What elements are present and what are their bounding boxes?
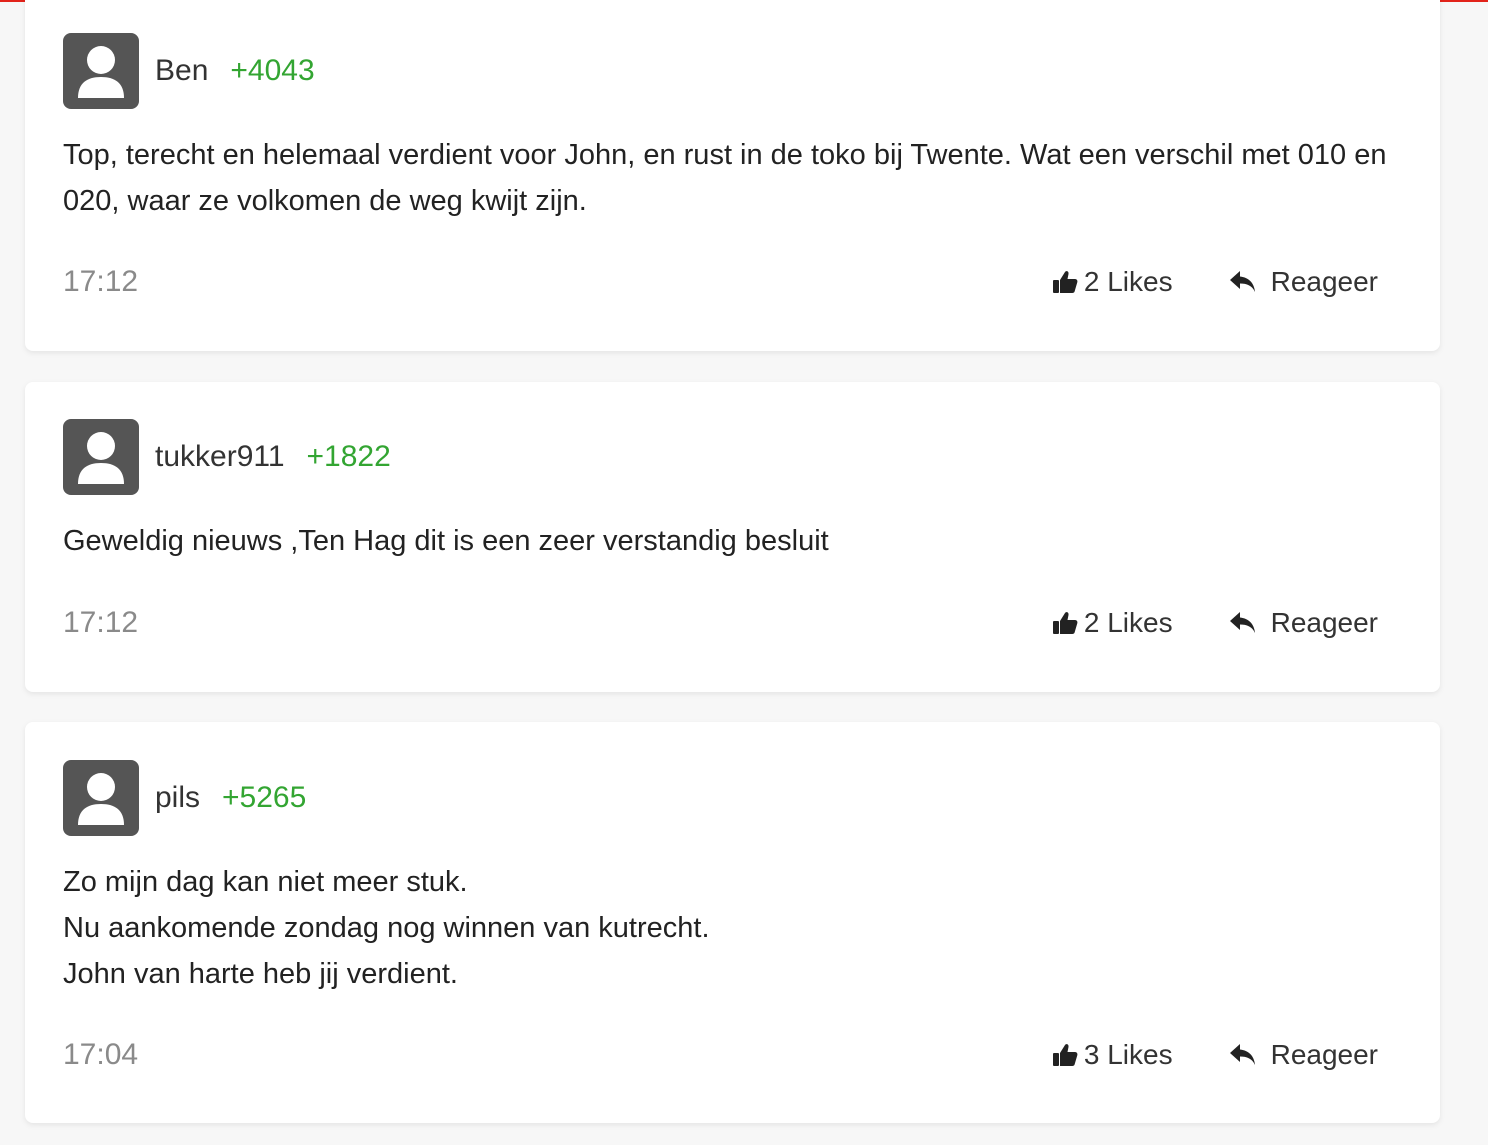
comment-footer: 17:12 2 Likes Reageer xyxy=(63,262,1378,302)
user-silhouette-icon xyxy=(78,46,124,98)
thumbs-up-icon xyxy=(1052,1044,1078,1066)
reply-label: Reageer xyxy=(1270,607,1378,638)
avatar[interactable] xyxy=(63,760,139,836)
comment-card: Ben +4043 Top, terecht en helemaal verdi… xyxy=(25,0,1440,351)
comment-timestamp: 17:04 xyxy=(63,1038,139,1071)
reply-arrow-icon xyxy=(1229,271,1255,292)
reply-button[interactable]: Reageer xyxy=(1229,607,1378,639)
user-points: +1822 xyxy=(306,440,391,473)
username[interactable]: pils xyxy=(155,781,200,815)
comment-text: Geweldig nieuws ,Ten Hag dit is een zeer… xyxy=(63,525,829,557)
user-points: +4043 xyxy=(230,54,315,87)
comment-header: Ben +4043 xyxy=(63,33,315,109)
comment-card: pils +5265 Zo mijn dag kan niet meer stu… xyxy=(25,722,1440,1123)
comment-header: tukker911 +1822 xyxy=(63,419,391,495)
comment-timestamp: 17:12 xyxy=(63,265,139,298)
comment-card: tukker911 +1822 Geweldig nieuws ,Ten Hag… xyxy=(25,382,1440,692)
reply-button[interactable]: Reageer xyxy=(1229,266,1378,298)
comment-footer: 17:12 2 Likes Reageer xyxy=(63,603,1378,643)
username[interactable]: Ben xyxy=(155,54,208,88)
like-button[interactable]: 2 Likes xyxy=(1052,266,1173,298)
avatar[interactable] xyxy=(63,419,139,495)
user-silhouette-icon xyxy=(78,773,124,825)
thumbs-up-icon xyxy=(1052,271,1078,293)
reply-label: Reageer xyxy=(1270,1039,1378,1070)
like-button[interactable]: 3 Likes xyxy=(1052,1039,1173,1071)
likes-count: 3 Likes xyxy=(1083,1039,1173,1070)
user-silhouette-icon xyxy=(78,432,124,484)
like-button[interactable]: 2 Likes xyxy=(1052,607,1173,639)
avatar[interactable] xyxy=(63,33,139,109)
comment-header: pils +5265 xyxy=(63,760,306,836)
username[interactable]: tukker911 xyxy=(155,440,285,474)
reply-label: Reageer xyxy=(1270,266,1378,297)
comment-footer: 17:04 3 Likes Reageer xyxy=(63,1035,1378,1075)
reply-button[interactable]: Reageer xyxy=(1229,1039,1378,1071)
likes-count: 2 Likes xyxy=(1083,266,1173,297)
thumbs-up-icon xyxy=(1052,612,1078,634)
user-points: +5265 xyxy=(222,781,307,814)
comment-timestamp: 17:12 xyxy=(63,606,139,639)
reply-arrow-icon xyxy=(1229,1044,1255,1065)
reply-arrow-icon xyxy=(1229,612,1255,633)
likes-count: 2 Likes xyxy=(1083,607,1173,638)
comment-text: Top, terecht en helemaal verdient voor J… xyxy=(63,139,1387,217)
comment-text: Zo mijn dag kan niet meer stuk. Nu aanko… xyxy=(63,866,710,990)
